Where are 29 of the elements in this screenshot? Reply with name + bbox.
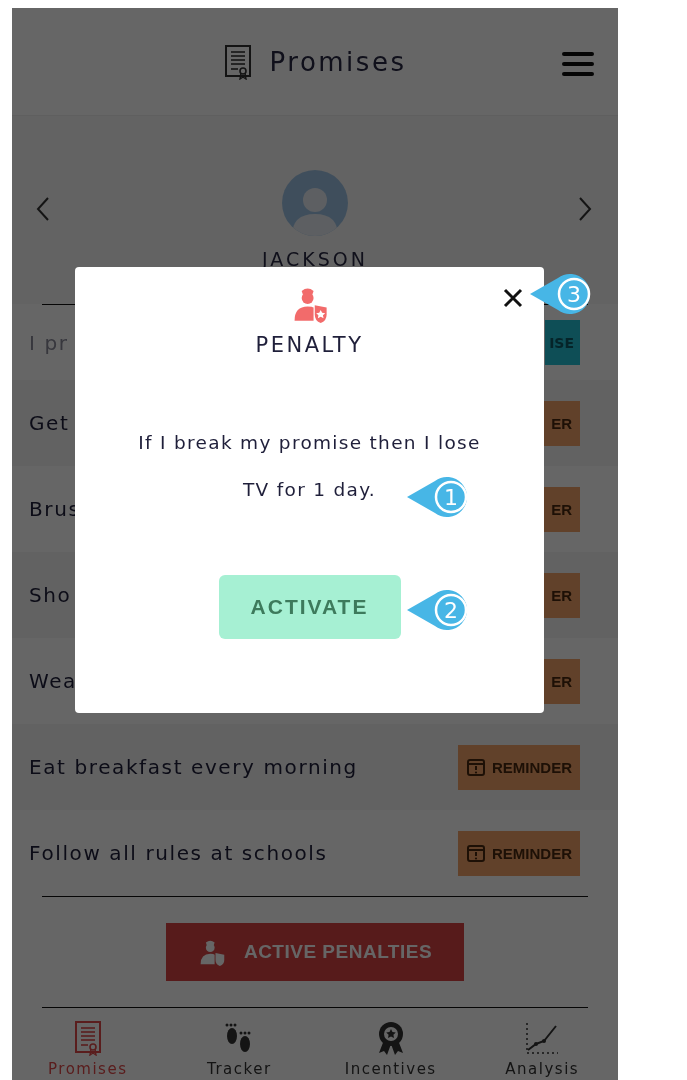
penalty-message-line: If I break my promise then I lose — [138, 431, 481, 455]
child-name: JACKSON — [262, 248, 368, 270]
reminder-button[interactable]: REMINDER — [458, 744, 580, 790]
nav-tab[interactable]: Incentives — [330, 1020, 451, 1080]
reminder-button[interactable]: ER — [543, 400, 580, 446]
reminder-button[interactable]: ER — [543, 658, 580, 704]
reminder-button[interactable]: ER — [543, 572, 580, 618]
calendar-alert-icon — [466, 843, 486, 863]
calendar-alert-icon — [466, 757, 486, 777]
line-chart-icon — [524, 1020, 561, 1056]
activate-button[interactable]: ACTIVATE — [218, 575, 401, 639]
menu-button[interactable] — [562, 52, 594, 76]
nav-tab[interactable]: Analysis — [482, 1020, 603, 1080]
promise-text: Get — [29, 411, 70, 435]
penalty-message-line: TV for 1 day. — [243, 478, 376, 502]
reminder-button[interactable]: REMINDER — [458, 830, 580, 876]
page-title: Promises — [269, 46, 407, 77]
promise-text: Follow all rules at schools — [29, 841, 328, 865]
certificate-icon — [73, 1020, 102, 1056]
close-button[interactable] — [502, 287, 524, 309]
promise-text: Eat breakfast every morning — [29, 755, 358, 779]
dialog-title: PENALTY — [255, 333, 364, 357]
certificate-icon — [223, 43, 252, 80]
promise-text: Sho — [29, 583, 72, 607]
promise-text: Wea — [29, 669, 77, 693]
nav-tab[interactable]: Promises — [27, 1020, 148, 1080]
nav-tab[interactable]: Tracker — [179, 1020, 300, 1080]
active-penalties-button[interactable]: ACTIVE PENALTIES — [166, 923, 464, 981]
reminder-button[interactable]: ER — [543, 486, 580, 532]
